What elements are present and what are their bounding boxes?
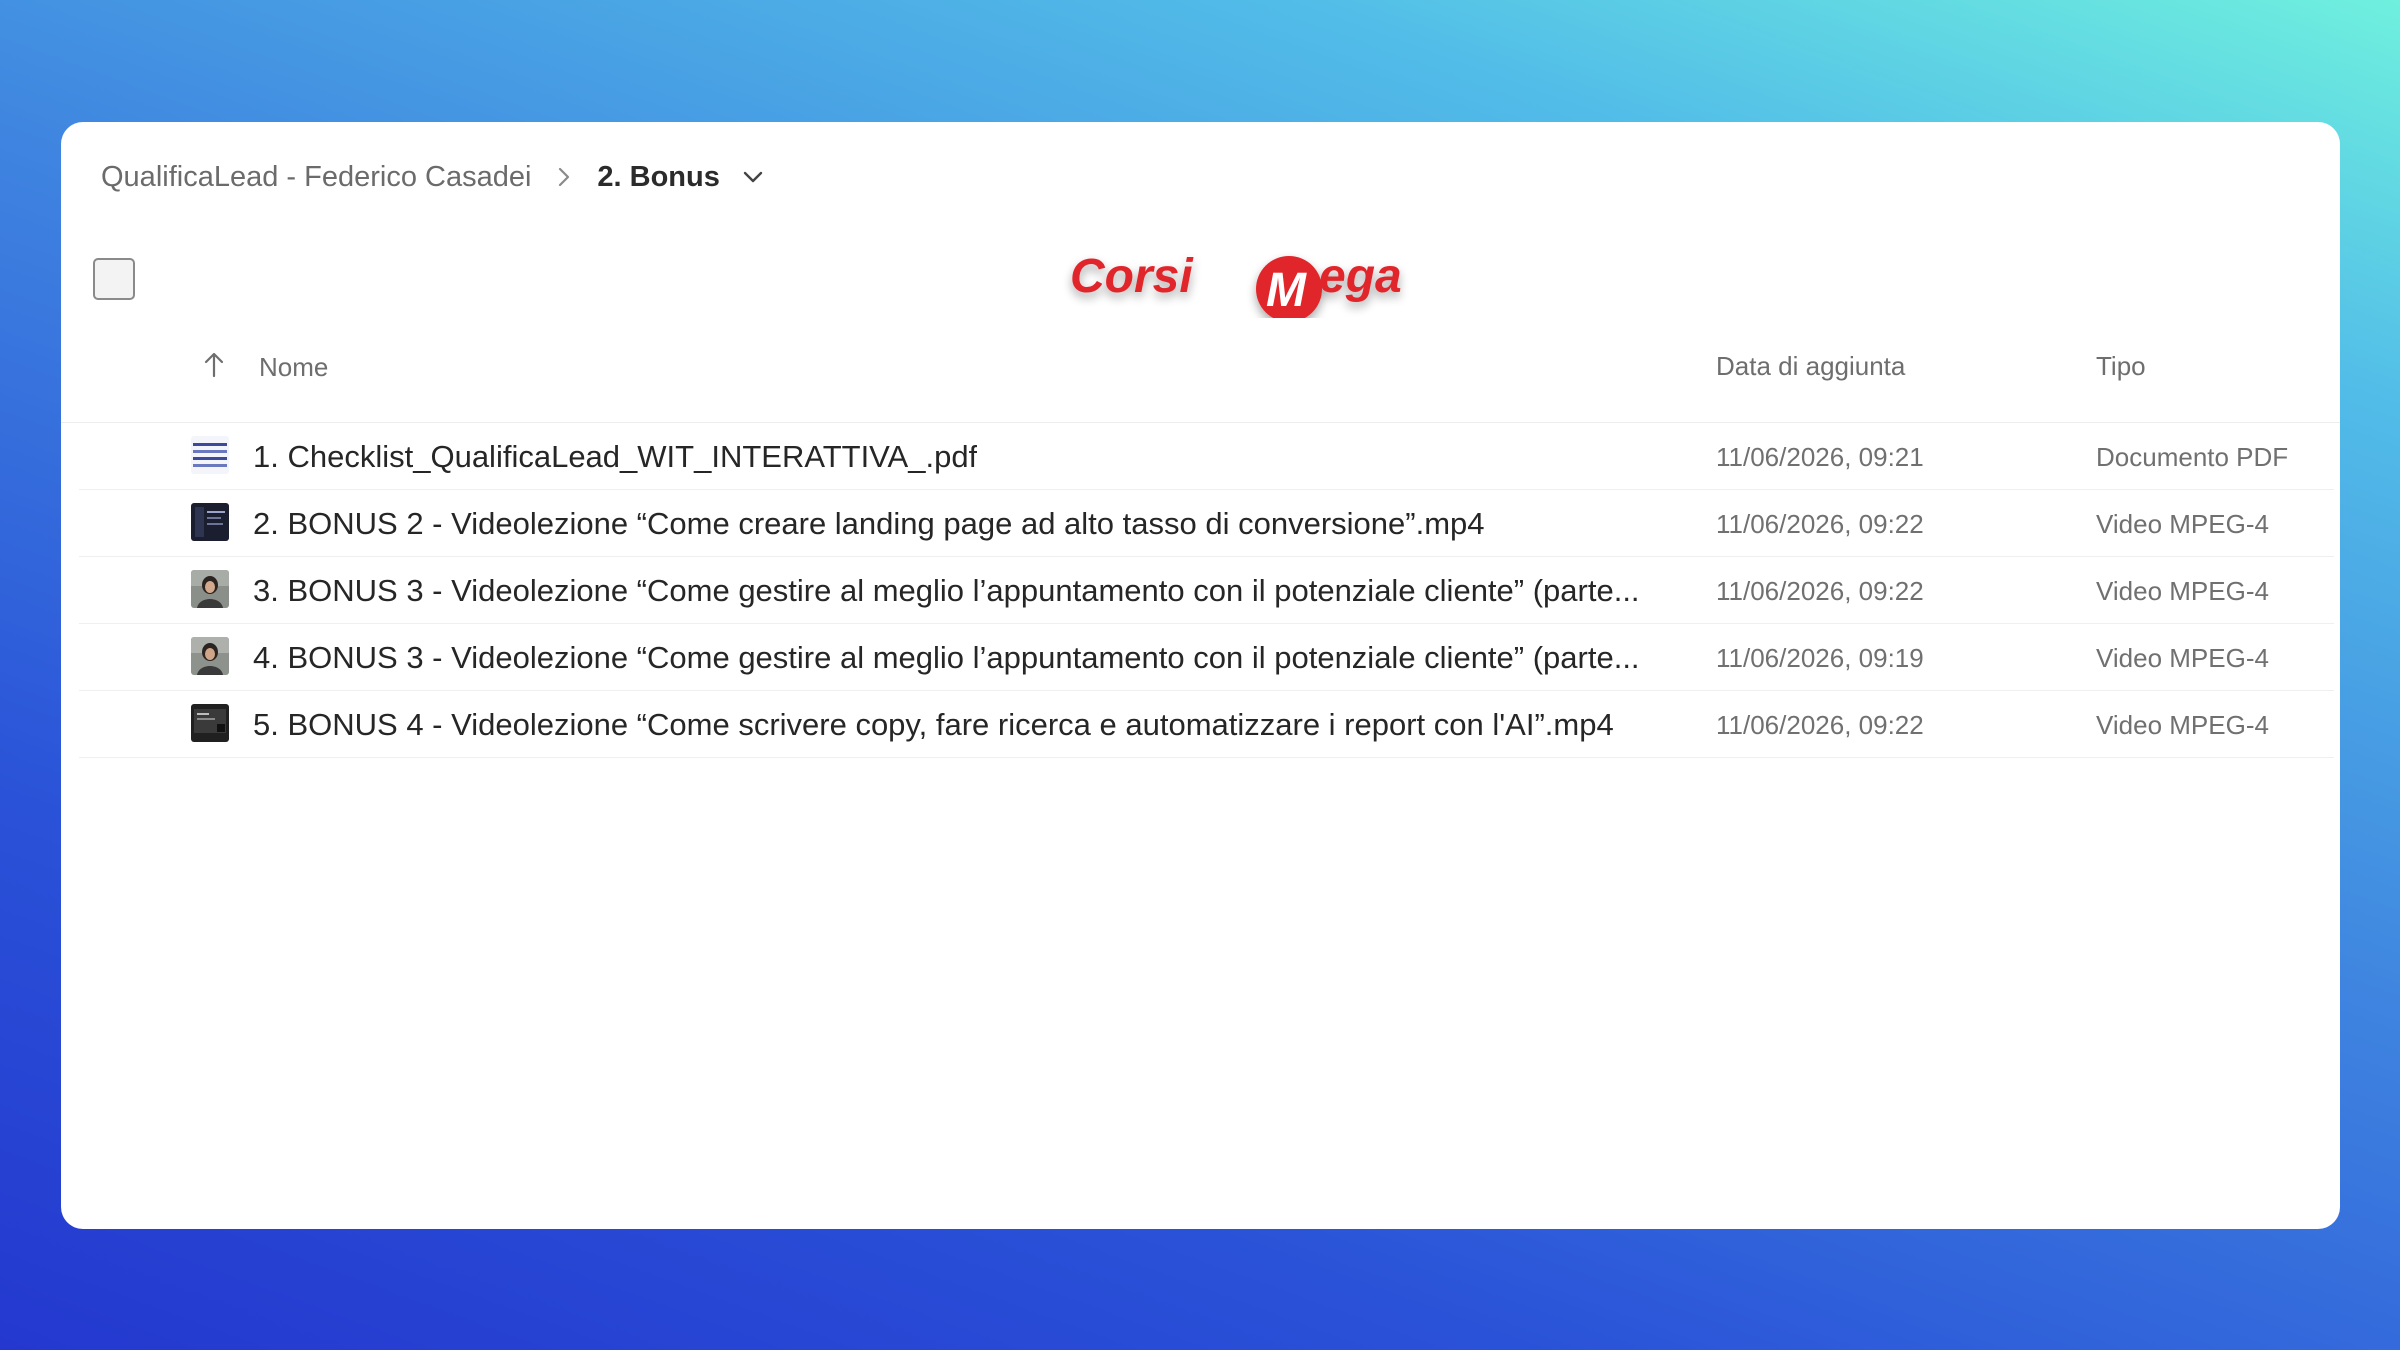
file-type: Video MPEG-4 <box>2096 643 2269 673</box>
video-thumbnail-dark-icon <box>191 503 229 541</box>
pdf-doc-icon <box>191 436 229 474</box>
breadcrumb-current-folder[interactable]: 2. Bonus <box>597 161 719 194</box>
file-type: Video MPEG-4 <box>2096 710 2269 740</box>
corsi-mega-logo: Corsi M ega <box>1056 188 1476 322</box>
logo-text-right: ega <box>1319 250 1402 303</box>
file-date-added: 11/06/2026, 09:22 <box>1716 710 1924 740</box>
file-row[interactable]: 2. BONUS 2 - Videolezione “Come creare l… <box>79 490 2334 557</box>
file-type: Video MPEG-4 <box>2096 576 2269 606</box>
chevron-down-icon[interactable] <box>742 170 764 184</box>
file-type: Video MPEG-4 <box>2096 509 2269 539</box>
table-header <box>61 328 2340 423</box>
logo-badge-letter: M <box>1266 264 1307 317</box>
file-type: Documento PDF <box>2096 442 2289 472</box>
file-row[interactable]: 4. BONUS 3 - Videolezione “Come gestire … <box>79 624 2334 691</box>
file-list: 1. Checklist_QualificaLead_WIT_INTERATTI… <box>61 423 2340 758</box>
logo-text-left: Corsi <box>1070 250 1194 303</box>
file-row[interactable]: 1. Checklist_QualificaLead_WIT_INTERATTI… <box>79 423 2334 490</box>
chevron-right-icon <box>557 166 571 188</box>
column-header-name[interactable]: Nome <box>259 352 328 383</box>
video-thumbnail-dark-icon <box>191 704 229 742</box>
file-browser-card: QualificaLead - Federico Casadei 2. Bonu… <box>61 122 2340 1229</box>
file-row[interactable]: 5. BONUS 4 - Videolezione “Come scrivere… <box>79 691 2334 758</box>
video-thumbnail-person-icon <box>191 637 229 675</box>
sort-ascending-arrow-icon[interactable] <box>201 350 227 380</box>
file-date-added: 11/06/2026, 09:19 <box>1716 643 1924 673</box>
column-header-date-added[interactable]: Data di aggiunta <box>1716 351 1905 382</box>
file-name[interactable]: 1. Checklist_QualificaLead_WIT_INTERATTI… <box>253 439 977 475</box>
file-name[interactable]: 4. BONUS 3 - Videolezione “Come gestire … <box>253 640 1640 676</box>
file-name[interactable]: 3. BONUS 3 - Videolezione “Come gestire … <box>253 573 1640 609</box>
file-name[interactable]: 2. BONUS 2 - Videolezione “Come creare l… <box>253 506 1485 542</box>
breadcrumb: QualificaLead - Federico Casadei 2. Bonu… <box>101 150 764 204</box>
file-row[interactable]: 3. BONUS 3 - Videolezione “Come gestire … <box>79 557 2334 624</box>
file-date-added: 11/06/2026, 09:22 <box>1716 509 1924 539</box>
breadcrumb-parent-folder[interactable]: QualificaLead - Federico Casadei <box>101 161 531 194</box>
video-thumbnail-person-icon <box>191 570 229 608</box>
file-date-added: 11/06/2026, 09:21 <box>1716 442 1924 472</box>
column-header-type[interactable]: Tipo <box>2096 351 2146 382</box>
select-all-checkbox[interactable] <box>93 258 135 300</box>
file-date-added: 11/06/2026, 09:22 <box>1716 576 1924 606</box>
file-name[interactable]: 5. BONUS 4 - Videolezione “Come scrivere… <box>253 707 1614 743</box>
